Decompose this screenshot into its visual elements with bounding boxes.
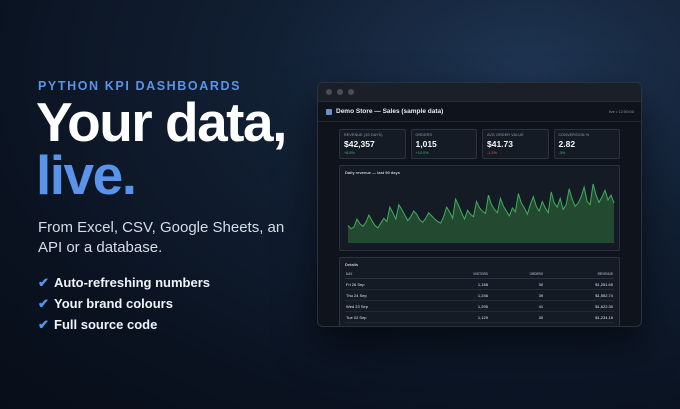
kpi-card-conversion: Conversion % 2.82 -3%: [553, 129, 620, 159]
cell-day: Fri 26 Sep: [345, 278, 430, 290]
cell-revenue: $1,552.74: [544, 289, 614, 301]
kpi-delta: +8.8%: [344, 151, 355, 155]
kpi-label: Conversion %: [558, 133, 590, 137]
cell-day: Tue 02 Sep: [345, 311, 430, 323]
app-header: Demo Store — Sales (sample data) live • …: [318, 102, 641, 122]
cell-day: Thu 24 Sep: [345, 289, 430, 301]
table-row: Thu 24 Sep 1,246 39 $1,552.74: [345, 289, 614, 301]
feature-item: ✔ Full source code: [38, 314, 210, 335]
kpi-delta: -1.1%: [487, 151, 497, 155]
details-table: Day Visitors Orders Revenue Fri 26 Sep 1…: [345, 270, 614, 323]
headline-line-2: live.: [36, 144, 137, 206]
chart-title: Daily revenue — last 90 days: [345, 170, 400, 175]
kpi-value: 2.82: [558, 139, 576, 149]
kpi-label: Revenue (30 days): [344, 133, 383, 137]
kpi-label: Avg order value: [487, 133, 524, 137]
revenue-area-chart: [347, 183, 615, 243]
kpi-card-aov: Avg order value $41.73 -1.1%: [482, 129, 549, 159]
kpi-value: $42,357: [344, 139, 375, 149]
app-title-text: Demo Store — Sales (sample data): [336, 108, 444, 115]
cell-orders: 41: [488, 300, 545, 312]
cell-revenue: $1,251.65: [544, 278, 614, 290]
column-header-visitors[interactable]: Visitors: [429, 270, 489, 279]
column-header-day[interactable]: Day: [345, 270, 430, 279]
revenue-area-fill: [348, 183, 614, 243]
kpi-label: Orders: [415, 133, 433, 137]
table-row: Fri 26 Sep 1,188 30 $1,251.65: [345, 278, 614, 290]
subtitle: From Excel, CSV, Google Sheets, an API o…: [38, 219, 285, 256]
kpi-delta: +10.0%: [415, 151, 429, 155]
cell-visitors: 1,246: [429, 289, 489, 301]
kpi-row: Revenue (30 days) $42,357 +8.8% Orders 1…: [318, 122, 641, 159]
column-header-orders[interactable]: Orders: [488, 270, 545, 279]
check-icon: ✔: [38, 274, 49, 290]
updated-status: live • 12:00:00: [608, 109, 634, 114]
kpi-value: 1,015: [415, 139, 437, 149]
window-maximize-dot[interactable]: [348, 89, 354, 95]
feature-item: ✔ Auto-refreshing numbers: [38, 272, 210, 293]
chart-icon: [326, 108, 332, 115]
dashboard-window: Demo Store — Sales (sample data) live • …: [317, 82, 642, 327]
cell-visitors: 1,295: [429, 300, 489, 312]
feature-label: Full source code: [54, 317, 158, 332]
cell-revenue: $1,622.30: [544, 300, 614, 312]
table-row: Wed 23 Sep 1,295 41 $1,622.30: [345, 300, 614, 312]
table-row: Tue 02 Sep 1,129 30 $1,234.16: [345, 311, 614, 323]
cell-orders: 30: [488, 278, 545, 290]
window-titlebar: [318, 83, 641, 102]
cell-revenue: $1,234.16: [544, 311, 614, 323]
revenue-chart-card: Daily revenue — last 90 days: [339, 165, 620, 251]
table-title: Details: [345, 262, 359, 267]
feature-label: Your brand colours: [54, 296, 173, 311]
feature-item: ✔ Your brand colours: [38, 293, 210, 314]
kpi-delta: -3%: [558, 151, 566, 155]
feature-label: Auto-refreshing numbers: [54, 275, 211, 290]
check-icon: ✔: [38, 316, 49, 332]
cell-orders: 39: [488, 289, 545, 301]
feature-list: ✔ Auto-refreshing numbers ✔ Your brand c…: [38, 272, 210, 335]
column-header-revenue[interactable]: Revenue: [544, 270, 614, 279]
kpi-card-revenue: Revenue (30 days) $42,357 +8.8%: [339, 129, 406, 159]
cell-visitors: 1,188: [429, 278, 489, 290]
window-close-dot[interactable]: [326, 89, 332, 95]
cell-visitors: 1,129: [429, 311, 489, 323]
window-minimize-dot[interactable]: [337, 89, 343, 95]
cell-orders: 30: [488, 311, 545, 323]
cell-day: Wed 23 Sep: [345, 300, 430, 312]
details-table-card: Details Day Visitors Orders Revenue Fri …: [339, 257, 620, 326]
app-title: Demo Store — Sales (sample data): [326, 108, 443, 115]
kpi-value: $41.73: [487, 139, 513, 149]
table-header-row: Day Visitors Orders Revenue: [345, 270, 614, 279]
check-icon: ✔: [38, 295, 49, 311]
kpi-card-orders: Orders 1,015 +10.0%: [410, 129, 477, 159]
headline: Your data, live.: [36, 95, 287, 206]
